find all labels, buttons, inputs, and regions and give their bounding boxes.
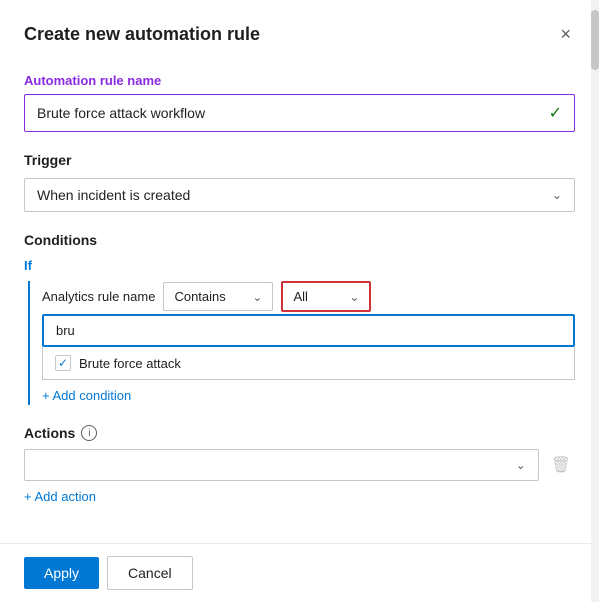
dialog-body: Automation rule name ✓ Trigger When inci… [0,65,599,543]
trigger-dropdown[interactable]: When incident is created ⌄ [24,178,575,212]
all-dropdown[interactable]: All ⌄ [281,281,371,312]
condition-top-row: Analytics rule name Contains ⌄ All ⌄ [42,281,575,312]
scrollbar-track[interactable] [591,0,599,602]
all-chevron-icon: ⌄ [349,290,359,304]
automation-rule-name-section: Automation rule name ✓ [24,73,575,132]
conditions-section: Conditions If Analytics rule name Contai… [24,232,575,405]
contains-chevron-icon: ⌄ [252,290,262,304]
dialog-header: Create new automation rule × [0,0,599,65]
dialog-title: Create new automation rule [24,24,260,45]
brute-force-checkbox[interactable]: ✓ [55,355,71,371]
trigger-chevron-icon: ⌄ [552,188,562,202]
delete-action-icon[interactable]: 🗑 [547,451,575,479]
automation-rule-name-input[interactable] [37,105,549,121]
action-row: ⌄ 🗑 [24,449,575,481]
scrollbar-thumb[interactable] [591,10,599,70]
actions-info-icon: i [81,425,97,441]
all-dropdown-value: All [293,289,307,304]
actions-label-row: Actions i [24,425,575,441]
search-dropdown-container: ✓ Brute force attack [42,314,575,380]
trigger-section: Trigger When incident is created ⌄ [24,152,575,212]
dialog-footer: Apply Cancel [0,543,599,602]
trigger-dropdown-value: When incident is created [37,187,190,203]
condition-group: Analytics rule name Contains ⌄ All ⌄ [28,281,575,405]
actions-label: Actions [24,425,75,441]
contains-dropdown-value: Contains [174,289,225,304]
analytics-rule-dropdown-list: ✓ Brute force attack [42,347,575,380]
checkbox-checkmark: ✓ [58,356,68,370]
apply-button[interactable]: Apply [24,557,99,589]
automation-rule-name-field-wrapper: ✓ [24,94,575,132]
trigger-label: Trigger [24,152,575,168]
actions-section: Actions i ⌄ 🗑 + Add action [24,425,575,506]
cancel-button[interactable]: Cancel [107,556,193,590]
close-button[interactable]: × [556,20,575,49]
automation-rule-name-label: Automation rule name [24,73,575,88]
add-condition-link[interactable]: + Add condition [42,388,131,403]
contains-dropdown[interactable]: Contains ⌄ [163,282,273,311]
brute-force-attack-item[interactable]: ✓ Brute force attack [43,347,574,379]
analytics-rule-search-input[interactable] [42,314,575,347]
condition-field-label: Analytics rule name [42,289,155,304]
if-label: If [24,258,575,273]
checkmark-icon: ✓ [549,103,562,123]
conditions-label: Conditions [24,232,575,248]
add-action-link[interactable]: + Add action [24,489,96,504]
create-automation-rule-dialog: Create new automation rule × Automation … [0,0,599,602]
action-dropdown[interactable]: ⌄ [24,449,539,481]
brute-force-attack-label: Brute force attack [79,356,181,371]
action-chevron-icon: ⌄ [516,458,526,472]
